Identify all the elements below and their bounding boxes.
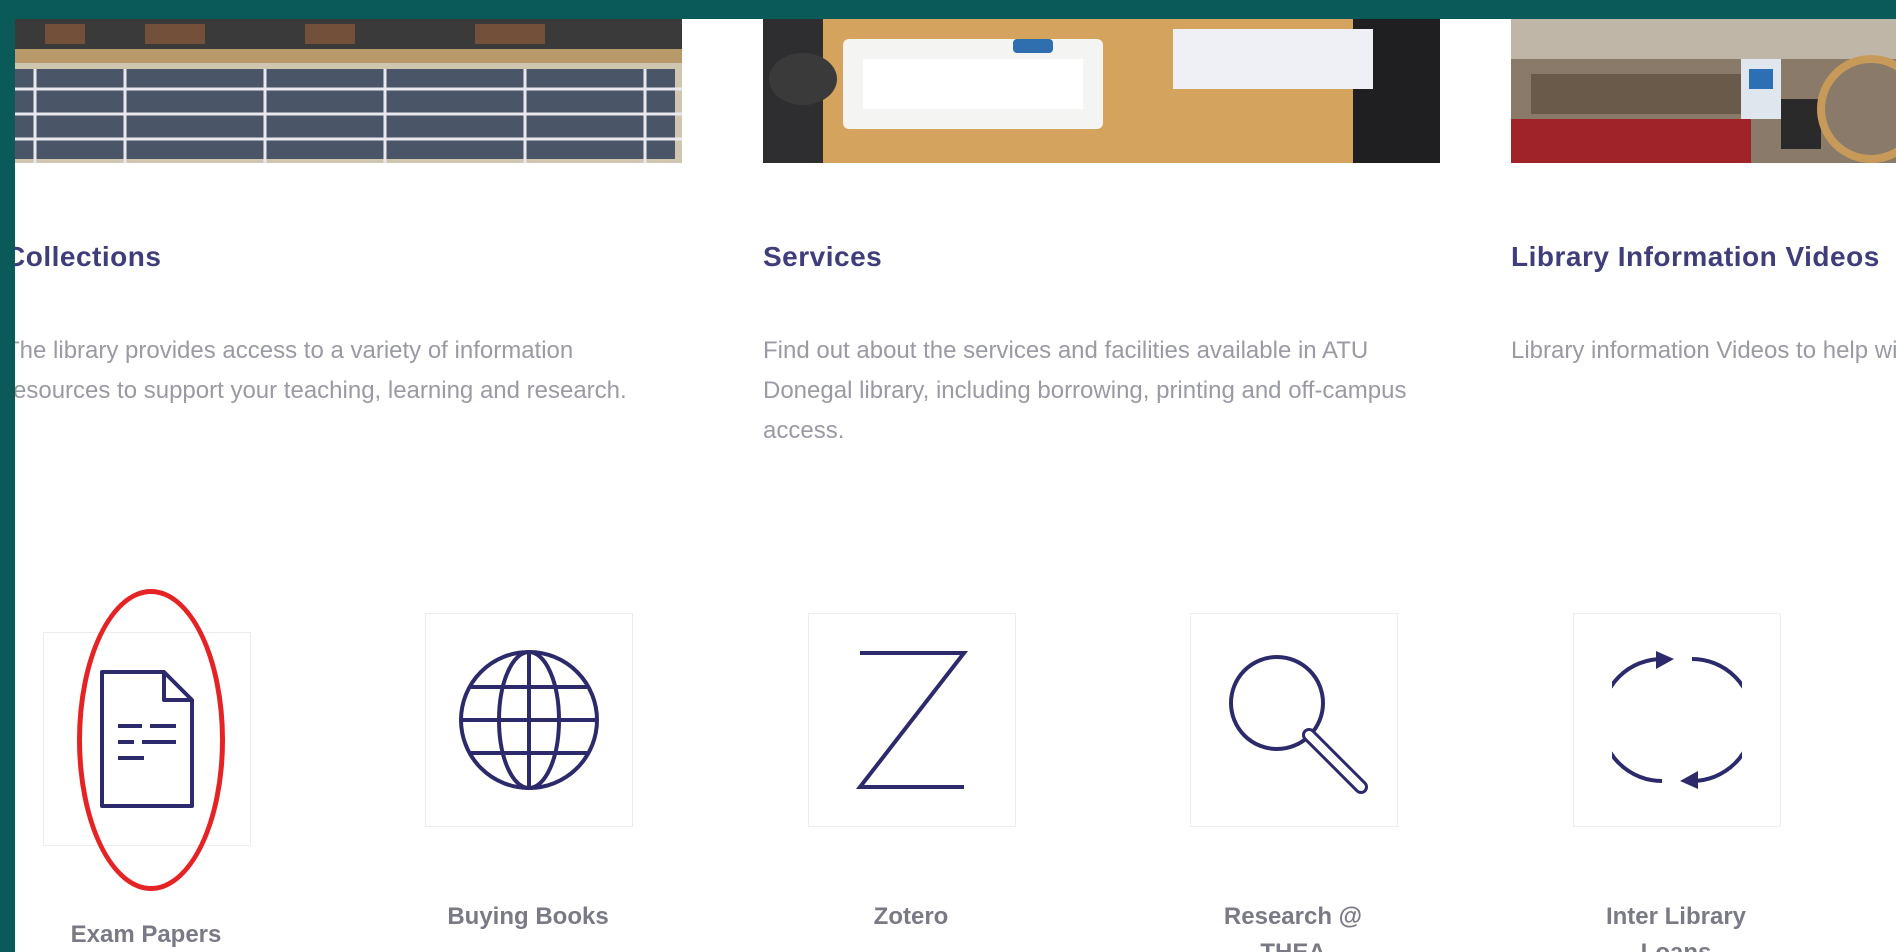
globe-icon <box>459 650 599 790</box>
collections-image[interactable] <box>15 19 682 163</box>
exam-papers-label[interactable]: Exam Papers <box>46 917 246 952</box>
magnifier-icon <box>1229 655 1368 794</box>
library-page: Collections The library provides access … <box>15 19 1896 952</box>
library-videos-image[interactable] <box>1511 19 1896 163</box>
zotero-label[interactable]: Zotero <box>811 899 1011 935</box>
research-thea-label[interactable]: Research @ THEA <box>1193 899 1393 952</box>
services-title[interactable]: Services <box>763 241 882 273</box>
refresh-cycle-icon <box>1612 651 1742 789</box>
zotero-tile[interactable] <box>808 613 1016 827</box>
collections-title[interactable]: Collections <box>15 241 161 273</box>
inter-library-loans-label[interactable]: Inter Library Loans <box>1576 899 1776 952</box>
services-image[interactable] <box>763 19 1440 163</box>
zotero-z-icon <box>855 651 969 789</box>
highlight-annotation-oval <box>77 589 225 891</box>
inter-library-loans-tile[interactable] <box>1573 613 1781 827</box>
collections-description: The library provides access to a variety… <box>15 337 627 404</box>
research-thea-tile[interactable] <box>1190 613 1398 827</box>
buying-books-label[interactable]: Buying Books <box>428 899 628 935</box>
library-videos-description: Library information Videos to help with … <box>1511 337 1896 364</box>
buying-books-tile[interactable] <box>425 613 633 827</box>
library-videos-title[interactable]: Library Information Videos <box>1511 241 1880 273</box>
services-description: Find out about the services and faciliti… <box>763 337 1407 444</box>
